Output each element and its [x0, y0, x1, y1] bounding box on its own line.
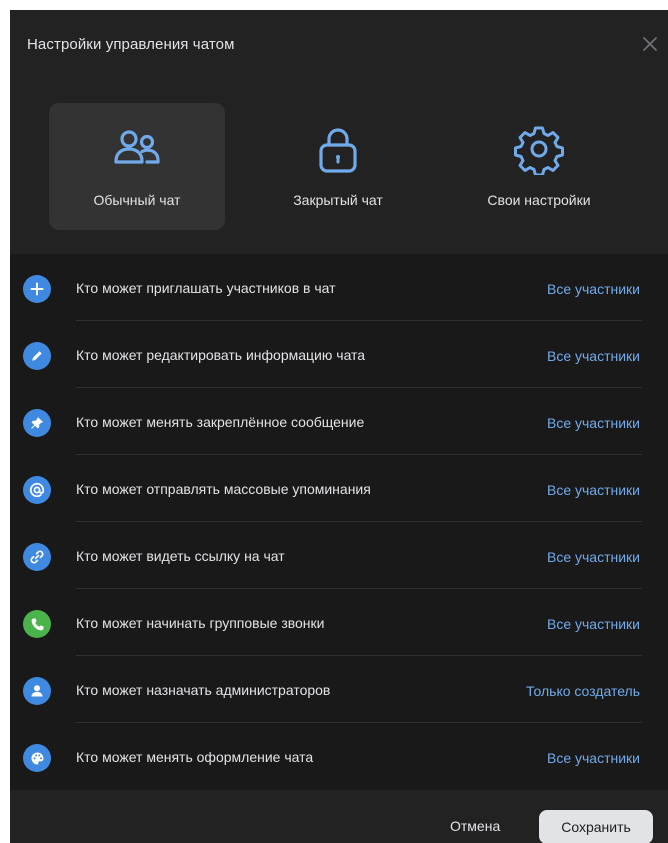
preset-label: Свои настройки — [487, 192, 591, 208]
link-icon — [23, 543, 51, 571]
setting-row-group-calls[interactable]: Кто может начинать групповые звонки Все … — [10, 589, 668, 656]
dialog-header: Настройки управления чатом — [10, 10, 668, 80]
setting-value[interactable]: Все участники — [547, 549, 640, 565]
preset-selector: Обычный чат Закрытый чат Свои настройки — [10, 80, 668, 254]
setting-value[interactable]: Только создатель — [526, 683, 640, 699]
save-button[interactable]: Сохранить — [539, 810, 653, 843]
lock-icon — [312, 123, 364, 175]
close-icon[interactable] — [640, 34, 660, 54]
settings-list: Кто может приглашать участников в чат Вс… — [10, 254, 668, 790]
plus-icon — [23, 275, 51, 303]
pencil-icon — [23, 342, 51, 370]
setting-row-invite[interactable]: Кто может приглашать участников в чат Вс… — [10, 254, 668, 321]
setting-label: Кто может назначать администраторов — [76, 682, 331, 698]
setting-row-mentions[interactable]: Кто может отправлять массовые упоминания… — [10, 455, 668, 522]
user-icon — [23, 677, 51, 705]
chat-settings-dialog: Настройки управления чатом Обычный чат З… — [10, 10, 668, 843]
cancel-button[interactable]: Отмена — [450, 818, 500, 834]
setting-value[interactable]: Все участники — [547, 482, 640, 498]
setting-value[interactable]: Все участники — [547, 348, 640, 364]
pin-icon — [23, 409, 51, 437]
preset-normal-chat[interactable]: Обычный чат — [49, 103, 225, 230]
at-icon — [23, 476, 51, 504]
setting-label: Кто может менять закреплённое сообщение — [76, 414, 365, 430]
setting-label: Кто может отправлять массовые упоминания — [76, 481, 371, 497]
setting-label: Кто может редактировать информацию чата — [76, 347, 366, 363]
setting-value[interactable]: Все участники — [547, 415, 640, 431]
palette-icon — [23, 744, 51, 772]
setting-row-admins[interactable]: Кто может назначать администраторов Толь… — [10, 656, 668, 723]
setting-label: Кто может видеть ссылку на чат — [76, 548, 285, 564]
dialog-title: Настройки управления чатом — [27, 36, 235, 53]
setting-value[interactable]: Все участники — [547, 750, 640, 766]
phone-icon — [23, 610, 51, 638]
setting-row-pin[interactable]: Кто может менять закреплённое сообщение … — [10, 388, 668, 455]
preset-custom-settings[interactable]: Свои настройки — [451, 103, 627, 230]
setting-label: Кто может начинать групповые звонки — [76, 615, 325, 631]
setting-value[interactable]: Все участники — [547, 281, 640, 297]
setting-label: Кто может приглашать участников в чат — [76, 280, 336, 296]
setting-value[interactable]: Все участники — [547, 616, 640, 632]
preset-label: Обычный чат — [93, 192, 181, 208]
gear-icon — [513, 123, 565, 177]
setting-row-link[interactable]: Кто может видеть ссылку на чат Все участ… — [10, 522, 668, 589]
setting-row-edit-info[interactable]: Кто может редактировать информацию чата … — [10, 321, 668, 388]
dialog-footer: Отмена Сохранить — [10, 790, 668, 843]
users-icon — [111, 123, 163, 175]
setting-row-appearance[interactable]: Кто может менять оформление чата Все уча… — [10, 723, 668, 790]
preset-label: Закрытый чат — [293, 192, 383, 208]
setting-label: Кто может менять оформление чата — [76, 749, 314, 765]
preset-closed-chat[interactable]: Закрытый чат — [250, 103, 426, 230]
